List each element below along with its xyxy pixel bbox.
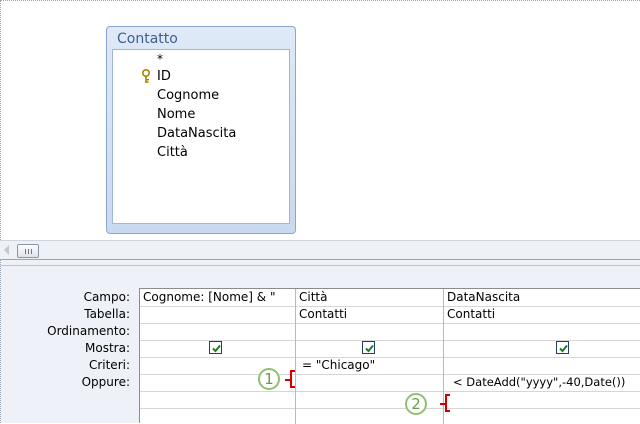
oppure-cell[interactable] [296, 374, 443, 391]
campo-cell[interactable]: DataNascita [444, 289, 640, 306]
design-grid: Cognome: [Nome] & " Città Contatti = "Ch… [139, 288, 640, 424]
key-icon [141, 68, 151, 84]
oppure-cell[interactable]: < DateAdd("yyyy",-40,Date()) [444, 374, 640, 391]
ordinamento-cell[interactable] [296, 323, 443, 340]
row-label-campo: Campo: [83, 290, 130, 304]
tabella-cell[interactable]: Contatti [296, 306, 443, 323]
criteri-cell[interactable]: = "Chicago" [296, 357, 443, 374]
ordinamento-cell[interactable] [444, 323, 640, 340]
row-label-tabella: Tabella: [84, 307, 130, 321]
campo-cell[interactable]: Cognome: [Nome] & " [140, 289, 295, 306]
criteri-cell[interactable] [444, 357, 640, 374]
scroll-thumb[interactable] [17, 244, 39, 258]
show-checkbox[interactable] [209, 341, 222, 354]
tabella-cell[interactable] [140, 306, 295, 323]
checkmark-icon [559, 344, 568, 353]
mostra-cell [444, 340, 640, 357]
field-list: * ID Cognome Nome DataNascita Città [112, 49, 290, 224]
field-item-id[interactable]: ID [113, 67, 289, 86]
show-checkbox[interactable] [556, 341, 569, 354]
ordinamento-cell[interactable] [140, 323, 295, 340]
checkmark-icon [365, 344, 374, 353]
campo-cell[interactable]: Città [296, 289, 443, 306]
field-item-citta[interactable]: Città [113, 143, 289, 162]
field-item-nome[interactable]: Nome [113, 105, 289, 124]
callout-2-bracket [440, 394, 450, 412]
table-field-list-window[interactable]: Contatto * ID Cognome Nome DataNascita C… [106, 26, 296, 234]
callout-2: 2 [405, 393, 427, 415]
mostra-cell [296, 340, 443, 357]
horizontal-scrollbar[interactable] [0, 240, 640, 260]
callout-1-bracket [285, 370, 295, 388]
field-item-cognome[interactable]: Cognome [113, 86, 289, 105]
row-labels: Campo: Tabella: Ordinamento: Mostra: Cri… [1, 289, 134, 391]
row-label-oppure: Oppure: [81, 375, 130, 389]
grid-column-3: DataNascita Contatti < DateAdd("yyyy",-4… [444, 289, 640, 424]
field-item-all[interactable]: * [113, 53, 289, 67]
query-design-grid-pane: Campo: Tabella: Ordinamento: Mostra: Cri… [0, 260, 640, 424]
query-design-upper-pane: Contatto * ID Cognome Nome DataNascita C… [0, 0, 640, 240]
checkmark-icon [212, 344, 221, 353]
show-checkbox[interactable] [362, 341, 375, 354]
row-label-ordinamento: Ordinamento: [47, 324, 130, 338]
callout-1: 1 [258, 368, 280, 390]
arrow-left-icon[interactable] [4, 245, 9, 255]
grid-column-1: Cognome: [Nome] & " [140, 289, 296, 424]
tabella-cell[interactable]: Contatti [444, 306, 640, 323]
field-item-datanascita[interactable]: DataNascita [113, 124, 289, 143]
table-title[interactable]: Contatto [112, 27, 290, 49]
field-item-label: ID [157, 69, 171, 84]
mostra-cell [140, 340, 295, 357]
row-label-mostra: Mostra: [85, 341, 130, 355]
row-label-criteri: Criteri: [88, 358, 130, 372]
